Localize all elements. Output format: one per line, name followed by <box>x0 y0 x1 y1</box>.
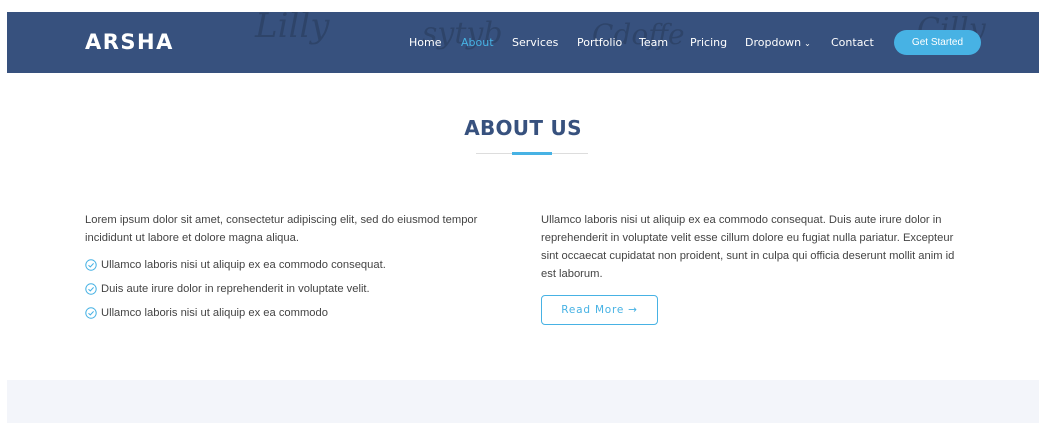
arrow-right-icon: → <box>628 304 638 316</box>
title-divider-accent <box>512 152 552 155</box>
list-item-text: Ullamco laboris nisi ut aliquip ex ea co… <box>101 307 328 319</box>
list-item: Duis aute irure dolor in reprehenderit i… <box>85 280 515 298</box>
nav-item-home[interactable]: Home <box>409 36 441 49</box>
nav-item-about[interactable]: About <box>461 36 494 49</box>
nav-item-dropdown[interactable]: Dropdown ⌄ <box>745 36 811 49</box>
list-item: Ullamco laboris nisi ut aliquip ex ea co… <box>85 304 515 322</box>
chevron-down-icon: ⌄ <box>804 39 811 48</box>
check-circle-icon <box>85 259 97 271</box>
main-nav: Home About Services Portfolio Team Prici… <box>7 12 1039 73</box>
about-left-column: Lorem ipsum dolor sit amet, consectetur … <box>85 211 515 328</box>
next-section-background <box>7 380 1039 423</box>
nav-item-pricing[interactable]: Pricing <box>690 36 727 49</box>
nav-item-services[interactable]: Services <box>512 36 558 49</box>
about-detail-text: Ullamco laboris nisi ut aliquip ex ea co… <box>541 214 955 280</box>
check-circle-icon <box>85 307 97 319</box>
about-right-column: Ullamco laboris nisi ut aliquip ex ea co… <box>541 211 971 325</box>
list-item-text: Ullamco laboris nisi ut aliquip ex ea co… <box>101 259 386 271</box>
feature-list: Ullamco laboris nisi ut aliquip ex ea co… <box>85 256 515 322</box>
list-item: Ullamco laboris nisi ut aliquip ex ea co… <box>85 256 515 274</box>
nav-item-team[interactable]: Team <box>639 36 668 49</box>
check-circle-icon <box>85 283 97 295</box>
nav-item-contact[interactable]: Contact <box>831 36 874 49</box>
site-header: Lilly sytyb Cdoffe Cilly ARSHA Home Abou… <box>7 12 1039 73</box>
read-more-button[interactable]: Read More → <box>541 295 658 325</box>
nav-item-dropdown-label: Dropdown <box>745 36 802 49</box>
about-intro-text: Lorem ipsum dolor sit amet, consectetur … <box>85 214 478 244</box>
list-item-text: Duis aute irure dolor in reprehenderit i… <box>101 283 370 295</box>
get-started-button[interactable]: Get Started <box>894 30 981 55</box>
nav-item-portfolio[interactable]: Portfolio <box>577 36 622 49</box>
section-title: ABOUT US <box>464 116 582 140</box>
read-more-label: Read More <box>561 304 625 316</box>
